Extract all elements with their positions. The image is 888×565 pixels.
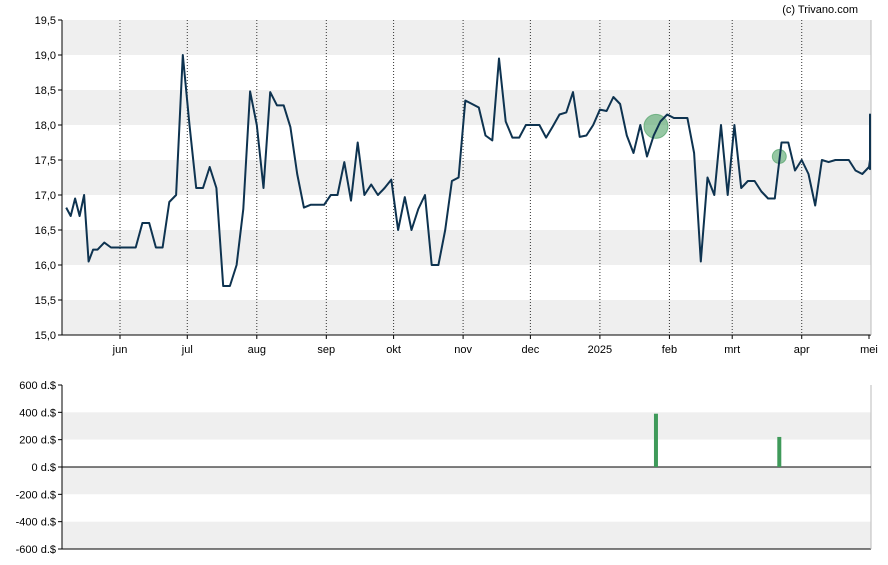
x-tick-label: feb (662, 344, 677, 356)
grid-band (62, 20, 871, 55)
y-tick-label: -200 d.$ (16, 489, 56, 501)
y-tick-label: 16,0 (35, 260, 56, 272)
x-tick-label: aug (248, 344, 266, 356)
grid-band (62, 300, 871, 335)
x-tick-label: jun (112, 344, 128, 356)
grid-band (62, 265, 871, 300)
grid-band (62, 125, 871, 160)
grid-band (62, 494, 871, 522)
x-tick-label: jul (181, 344, 193, 356)
credit-label: (c) Trivano.com (782, 4, 858, 16)
y-tick-label: -400 d.$ (16, 517, 56, 529)
y-tick-label: 600 d.$ (19, 380, 56, 392)
grid-band (62, 439, 871, 467)
grid-band (62, 385, 871, 413)
x-tick-label: mei (860, 344, 878, 356)
grid-band (62, 90, 871, 125)
y-tick-label: 16,5 (35, 225, 56, 237)
dividend-bar (777, 436, 782, 467)
dividend-bar (653, 413, 658, 467)
x-tick-label: 2025 (588, 344, 612, 356)
y-tick-label: 19,5 (35, 15, 56, 27)
y-tick-label: 17,5 (35, 155, 56, 167)
y-tick-label: 15,0 (35, 330, 56, 342)
y-tick-label: 18,5 (35, 85, 56, 97)
grid-band (62, 521, 871, 549)
y-tick-label: 17,0 (35, 190, 56, 202)
y-tick-label: 15,5 (35, 295, 56, 307)
x-tick-label: okt (386, 344, 401, 356)
y-tick-label: 18,0 (35, 120, 56, 132)
x-tick-label: dec (522, 344, 540, 356)
x-tick-label: apr (794, 344, 810, 356)
y-tick-label: -600 d.$ (16, 544, 56, 556)
y-tick-label: 200 d.$ (19, 435, 56, 447)
grid-band (62, 195, 871, 230)
price-chart: 15,0 15,5 16,0 16,5 17,0 17,5 18,0 18,5 19,0 19,5… (35, 15, 878, 356)
grid-band (62, 412, 871, 440)
x-tick-label: nov (454, 344, 472, 356)
grid-band (62, 230, 871, 265)
y-tick-label: 0 d.$ (32, 462, 56, 474)
x-tick-label: sep (317, 344, 335, 356)
grid-band (62, 467, 871, 495)
y-tick-label: 19,0 (35, 50, 56, 62)
chart-canvas: (c) Trivano.com 15,0 15,5 16,0 16,5 17,0 17,5… (16, 4, 878, 556)
dividend-chart: 600 d.$ 400 d.$ 200 d.$ 0 d.$ -200 d.$ -400 d… (16, 380, 872, 556)
x-tick-label: mrt (724, 344, 740, 356)
grid-band (62, 160, 871, 195)
chart-root: (c) Trivano.com 15,0 15,5 16,0 16,5 17,0 17,5… (0, 0, 888, 565)
y-tick-label: 400 d.$ (19, 407, 56, 419)
